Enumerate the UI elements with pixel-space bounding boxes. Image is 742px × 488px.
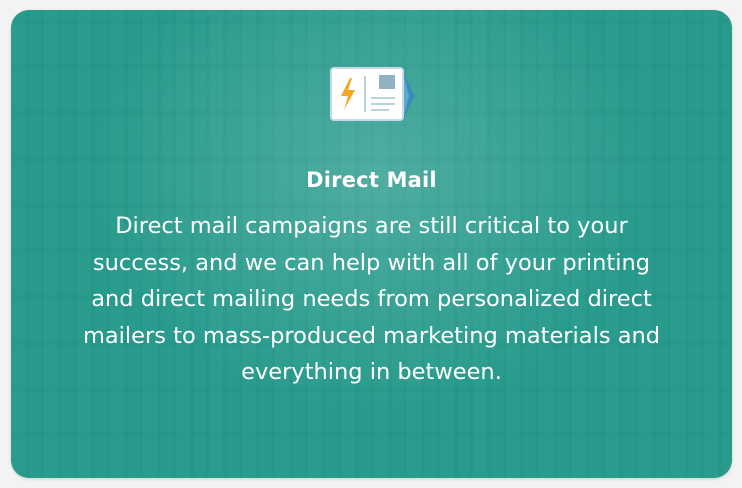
- card-title: Direct Mail: [306, 168, 437, 192]
- postcard-icon: [329, 66, 419, 124]
- service-card-direct-mail: Direct Mail Direct mail campaigns are st…: [11, 10, 732, 478]
- card-description: Direct mail campaigns are still critical…: [82, 213, 661, 385]
